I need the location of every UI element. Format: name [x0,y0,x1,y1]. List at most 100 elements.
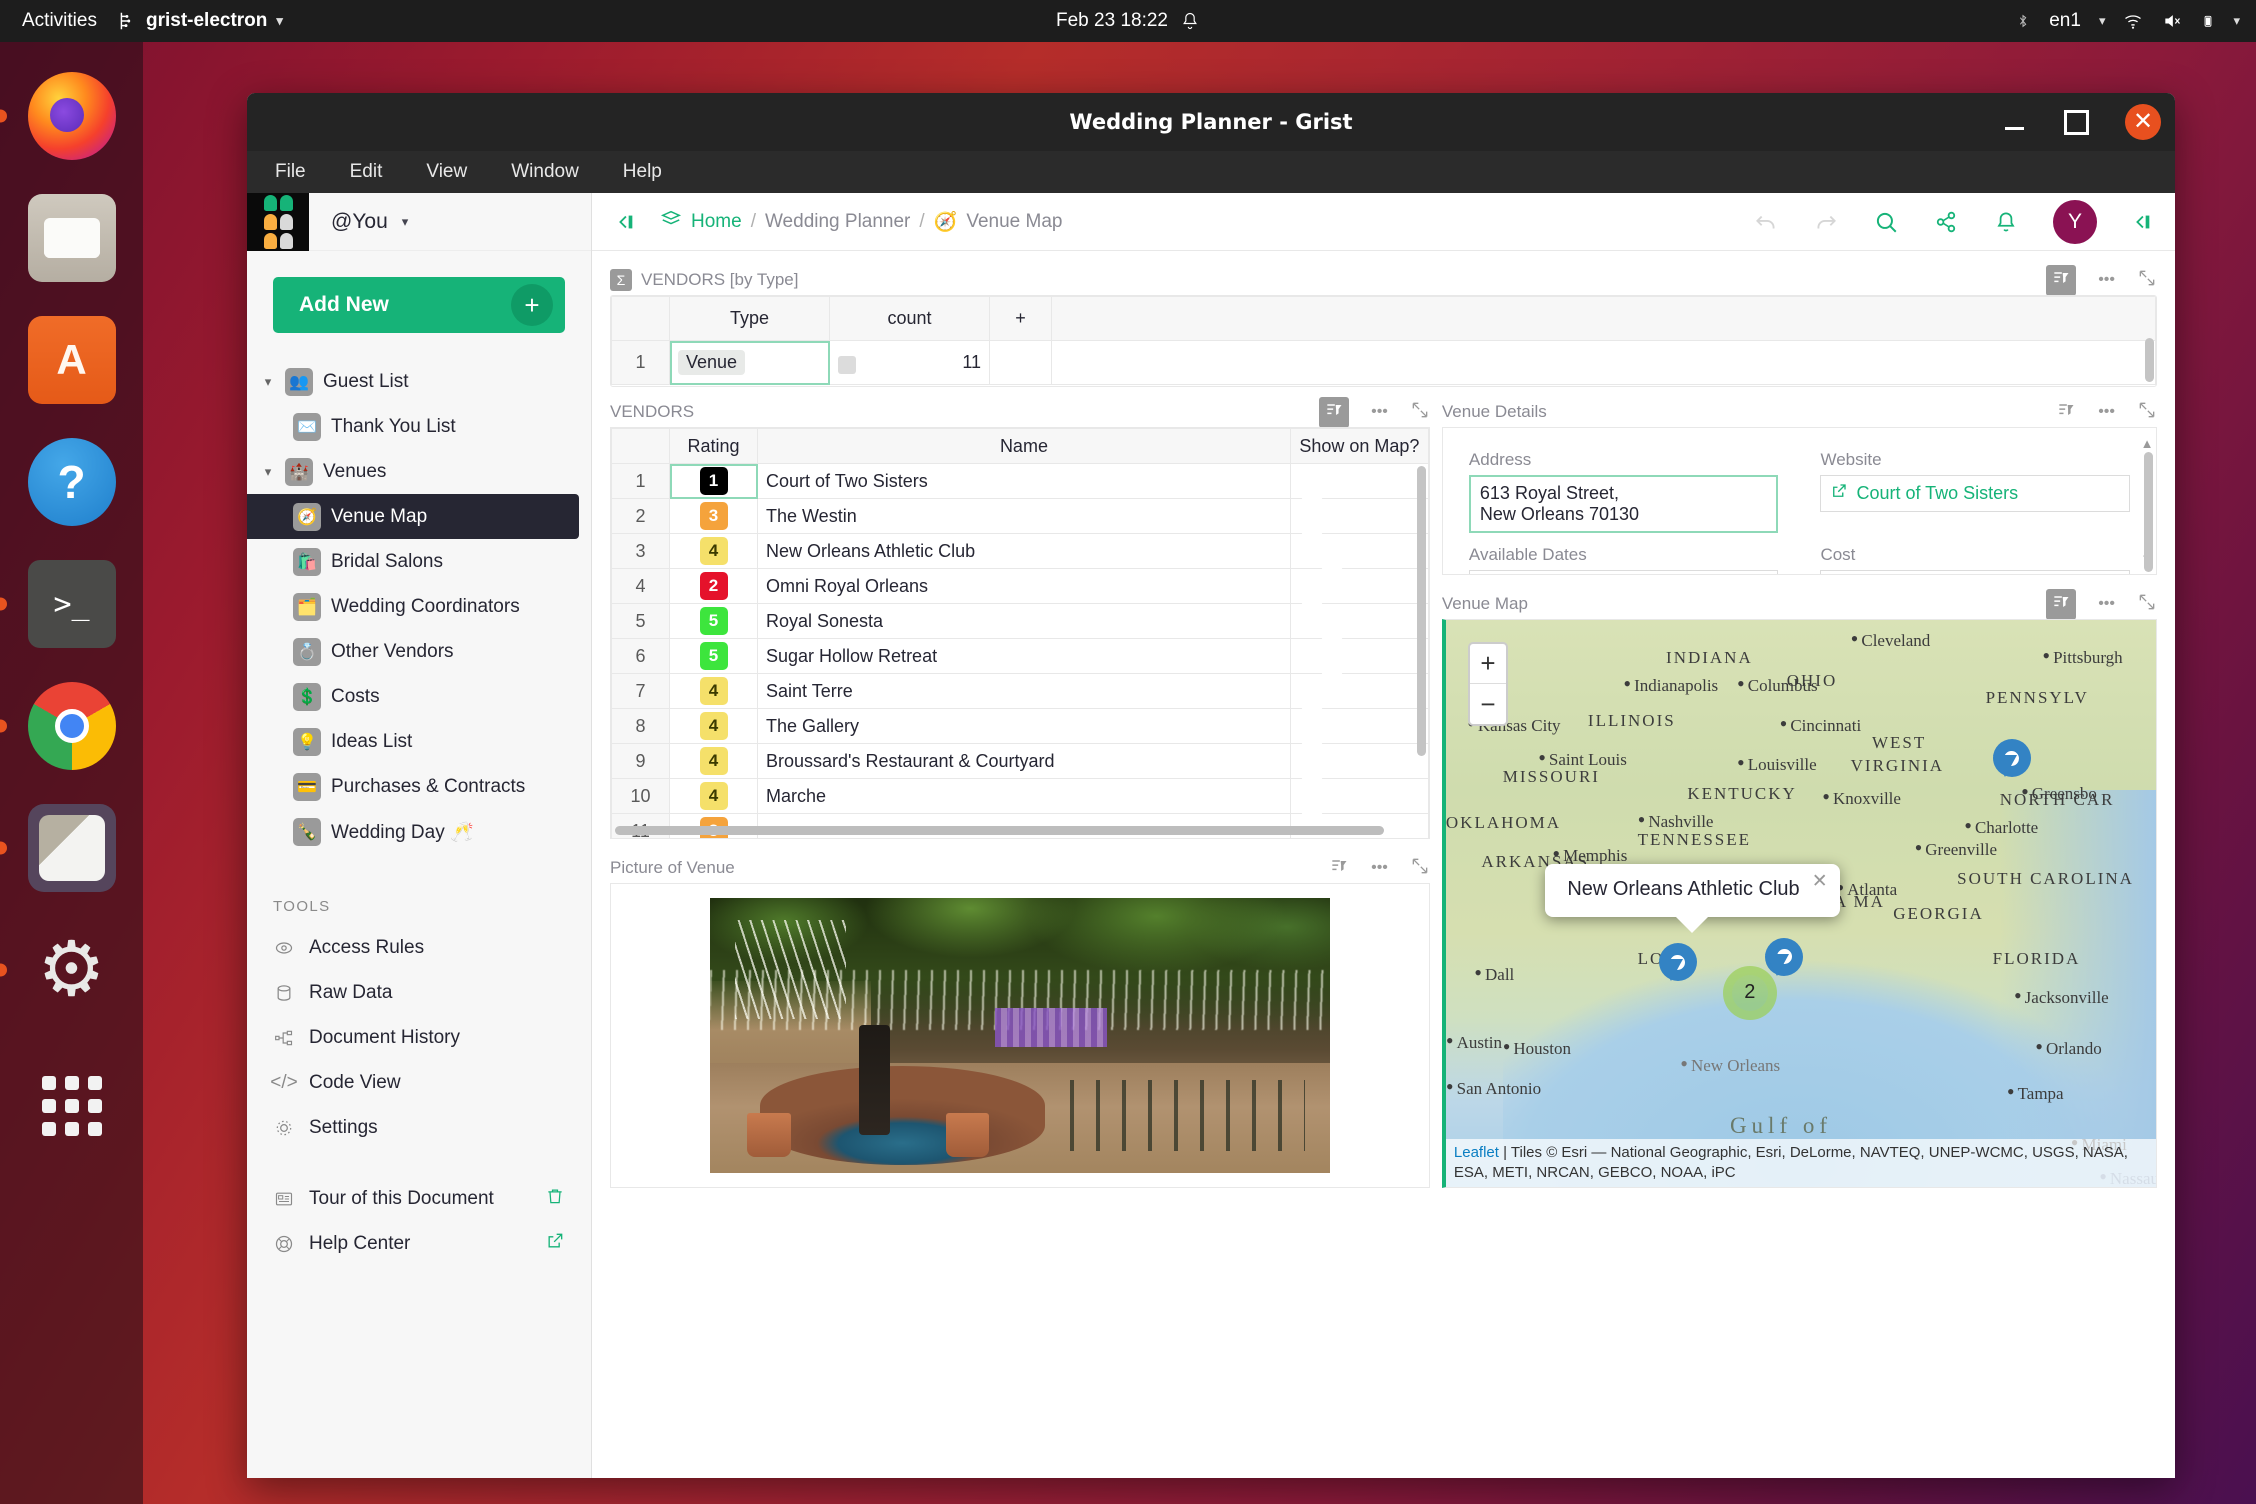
cell-name[interactable]: Royal Sonesta [758,604,1291,639]
search-icon[interactable] [1873,209,1899,235]
page-item-wedding-day[interactable]: 🍾 Wedding Day 🥂 [247,809,591,854]
website-field[interactable]: Court of Two Sisters [1820,475,2130,512]
tool-item-tour-of-this-document[interactable]: Tour of this Document [247,1176,591,1221]
sort-filter-icon[interactable] [1329,856,1349,881]
sort-filter-icon[interactable] [1319,397,1349,428]
more-options-icon[interactable]: ••• [2098,271,2115,289]
cell-name[interactable]: Court of Two Sisters [758,464,1291,499]
breadcrumb-home[interactable]: Home [691,211,742,233]
chevron-down-icon[interactable]: ▾ [257,464,279,480]
cell-name[interactable]: The Gallery [758,709,1291,744]
page-item-purchases-contracts[interactable]: 💳 Purchases & Contracts [247,764,591,809]
cell-rating[interactable]: 5 [670,639,758,674]
page-item-venue-map[interactable]: 🧭 Venue Map [247,494,579,539]
map-pin-new-orleans-2[interactable] [1765,938,1803,990]
menu-edit[interactable]: Edit [342,158,391,186]
dock-item-settings[interactable]: ⚙ [20,918,124,1022]
address-field[interactable]: 613 Royal Street,New Orleans 70130 [1469,475,1779,533]
vertical-scrollbar[interactable] [2145,338,2154,382]
page-item-costs[interactable]: 💲 Costs [247,674,591,719]
more-options-icon[interactable]: ••• [1371,859,1388,877]
show-applications-button[interactable] [42,1076,102,1136]
cell-rating[interactable]: 4 [670,534,758,569]
tool-item-code-view[interactable]: </> Code View [247,1060,591,1105]
page-item-bridal-salons[interactable]: 🛍️ Bridal Salons [247,539,591,584]
page-item-thank-you-list[interactable]: ✉️ Thank You List [247,404,591,449]
map-pin-north[interactable] [1993,739,2031,791]
close-icon[interactable]: ✕ [1812,870,1828,893]
cell-show-on-map[interactable] [1290,674,1428,709]
map-pin-new-orleans-athletic-club[interactable] [1659,943,1697,995]
tool-item-raw-data[interactable]: Raw Data [247,970,591,1015]
sort-filter-icon[interactable] [2046,589,2076,620]
cell-rating[interactable]: 4 [670,744,758,779]
trash-icon[interactable] [545,1186,565,1212]
tool-item-access-rules[interactable]: Access Rules [247,925,591,970]
more-options-icon[interactable]: ••• [2098,403,2115,421]
more-options-icon[interactable]: ••• [2098,595,2115,613]
dock-item-grist-electron[interactable] [20,796,124,900]
cell-count[interactable]: 11 [830,341,990,385]
page-item-wedding-coordinators[interactable]: 🗂️ Wedding Coordinators [247,584,591,629]
sort-filter-icon[interactable] [2056,400,2076,425]
dock-item-terminal[interactable]: >_ [20,552,124,656]
dock-item-firefox[interactable] [20,64,124,168]
leaflet-link[interactable]: Leaflet [1454,1144,1499,1161]
cell-name[interactable]: Sugar Hollow Retreat [758,639,1291,674]
sort-filter-icon[interactable] [2046,265,2076,296]
dock-item-chrome[interactable] [20,674,124,778]
page-item-other-vendors[interactable]: 💍 Other Vendors [247,629,591,674]
cell-rating[interactable]: 4 [670,674,758,709]
add-column-button[interactable]: + [990,297,1052,341]
undo-icon[interactable] [1753,209,1779,235]
cell-name[interactable]: The Westin [758,499,1291,534]
chevron-down-icon[interactable]: ▾ [257,374,279,390]
left-panel-toggle-icon[interactable] [614,211,636,233]
cell-rating[interactable]: 3 [670,499,758,534]
cell-show-on-map[interactable] [1290,569,1428,604]
cost-field[interactable]: $23,481.00 [1820,570,2130,575]
zoom-in-button[interactable]: + [1470,644,1506,684]
dock-item-files[interactable] [20,186,124,290]
breadcrumb-page[interactable]: Venue Map [966,211,1062,233]
expand-icon[interactable] [1410,856,1430,881]
available-dates-field[interactable] [1469,570,1779,575]
cell-rating[interactable]: 1 [670,464,758,499]
tool-item-document-history[interactable]: Document History [247,1015,591,1060]
active-app-menu[interactable]: grist-electron ▾ [115,10,283,32]
cell-name[interactable]: Saint Terre [758,674,1291,709]
right-panel-toggle-icon[interactable] [2131,211,2153,233]
vertical-scrollbar[interactable] [1417,466,1426,756]
cell-rating[interactable]: 4 [670,709,758,744]
cell-rating[interactable]: 4 [670,779,758,814]
grist-logo-icon[interactable] [247,193,309,251]
breadcrumb-document[interactable]: Wedding Planner [765,211,910,233]
scroll-up-icon[interactable]: ▲ [2141,436,2154,451]
zoom-out-button[interactable]: − [1470,684,1506,724]
more-options-icon[interactable]: ••• [1371,403,1388,421]
column-header-type[interactable]: Type [670,297,830,341]
system-status-area[interactable]: en1 ▾ ▾ [2015,10,2240,32]
page-item-venues[interactable]: ▾ 🏰 Venues [247,449,591,494]
dock-item-ubuntu-software[interactable]: A [20,308,124,412]
page-item-ideas-list[interactable]: 💡 Ideas List [247,719,591,764]
cell-name[interactable]: Marche [758,779,1291,814]
cell-rating[interactable]: 2 [670,569,758,604]
expand-icon[interactable] [2137,592,2157,617]
venue-map-widget[interactable]: INDIANA OHIO PENNSYLV ILLINOIS MISSOURI … [1442,619,2157,1188]
minimize-button[interactable] [2001,109,2027,135]
external-link-icon[interactable] [545,1231,565,1257]
column-header-show-on-map[interactable]: Show on Map? [1290,429,1428,464]
cell-name[interactable]: New Orleans Athletic Club [758,534,1291,569]
cell-name[interactable]: Omni Royal Orleans [758,569,1291,604]
map-popup[interactable]: New Orleans Athletic Club ✕ [1545,864,1839,917]
menu-help[interactable]: Help [615,158,670,186]
keyboard-layout-label[interactable]: en1 [2049,10,2081,32]
column-header-rating[interactable]: Rating [670,429,758,464]
dock-item-help[interactable]: ? [20,430,124,534]
expand-icon[interactable] [2137,400,2157,425]
redo-icon[interactable] [1813,209,1839,235]
menu-window[interactable]: Window [503,158,587,186]
org-selector[interactable]: @You ▾ [331,210,408,234]
horizontal-scrollbar[interactable] [615,826,1384,835]
